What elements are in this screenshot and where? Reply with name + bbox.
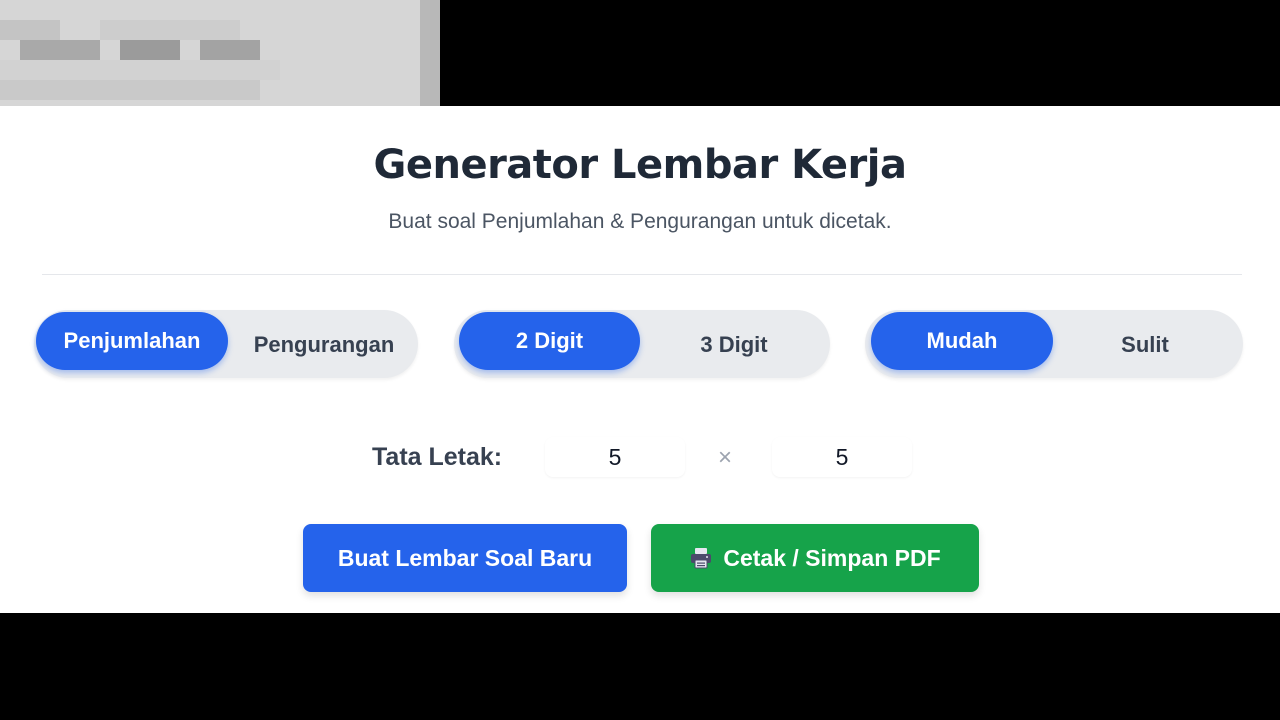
- difficulty-toggle: Mudah Sulit: [865, 310, 1243, 378]
- difficulty-option-hard[interactable]: Sulit: [1055, 316, 1235, 374]
- generate-worksheet-button[interactable]: Buat Lembar Soal Baru: [303, 524, 627, 592]
- generate-worksheet-label: Buat Lembar Soal Baru: [337, 544, 593, 571]
- times-symbol: ×: [718, 444, 733, 471]
- operation-option-addition[interactable]: Penjumlahan: [36, 312, 228, 370]
- page-title: Generator Lembar Kerja: [373, 142, 907, 188]
- difficulty-option-easy[interactable]: Mudah: [871, 312, 1053, 370]
- page-subtitle: Buat soal Penjumlahan & Pengurangan untu…: [388, 210, 892, 233]
- print-pdf-label: Cetak / Simpan PDF: [723, 544, 941, 571]
- bottom-black-bar: [0, 613, 1280, 720]
- rows-input[interactable]: [545, 437, 685, 477]
- digit-option-3[interactable]: 3 Digit: [644, 316, 824, 374]
- worksheet-generator-panel: Generator Lembar Kerja Buat soal Penjuml…: [0, 106, 1280, 613]
- layout-label: Tata Letak:: [372, 443, 503, 471]
- operation-toggle: Penjumlahan Pengurangan: [34, 310, 418, 378]
- digit-option-2[interactable]: 2 Digit: [459, 312, 640, 370]
- divider: [42, 274, 1242, 275]
- printer-icon: [689, 546, 713, 570]
- operation-option-subtraction[interactable]: Pengurangan: [234, 316, 414, 374]
- blurred-thumbnail: [0, 0, 440, 106]
- print-pdf-button[interactable]: Cetak / Simpan PDF: [651, 524, 979, 592]
- columns-input[interactable]: [772, 437, 912, 477]
- digit-toggle: 2 Digit 3 Digit: [454, 310, 830, 378]
